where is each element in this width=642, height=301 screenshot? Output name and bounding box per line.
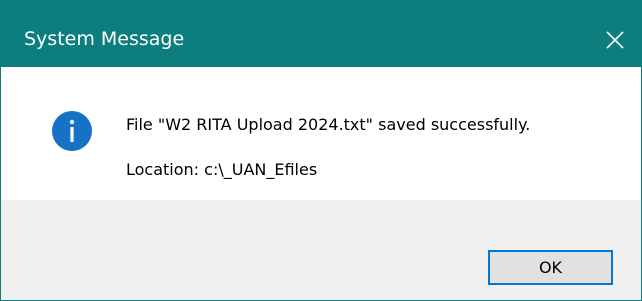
title-bar[interactable]: System Message	[1, 0, 641, 67]
dialog-title: System Message	[24, 28, 185, 50]
close-button[interactable]	[595, 0, 641, 67]
message-area: File "W2 RITA Upload 2024.txt" saved suc…	[1, 67, 641, 200]
ok-button[interactable]: OK	[488, 250, 613, 285]
system-message-dialog: System Message File "W2 RITA Upload 2024…	[0, 0, 642, 301]
button-bar: OK	[1, 200, 641, 300]
close-icon	[606, 31, 624, 49]
message-text: File "W2 RITA Upload 2024.txt" saved suc…	[126, 115, 531, 134]
ok-button-label: OK	[538, 258, 563, 277]
info-icon	[52, 111, 92, 151]
location-text: Location: c:\_UAN_Efiles	[126, 160, 318, 179]
